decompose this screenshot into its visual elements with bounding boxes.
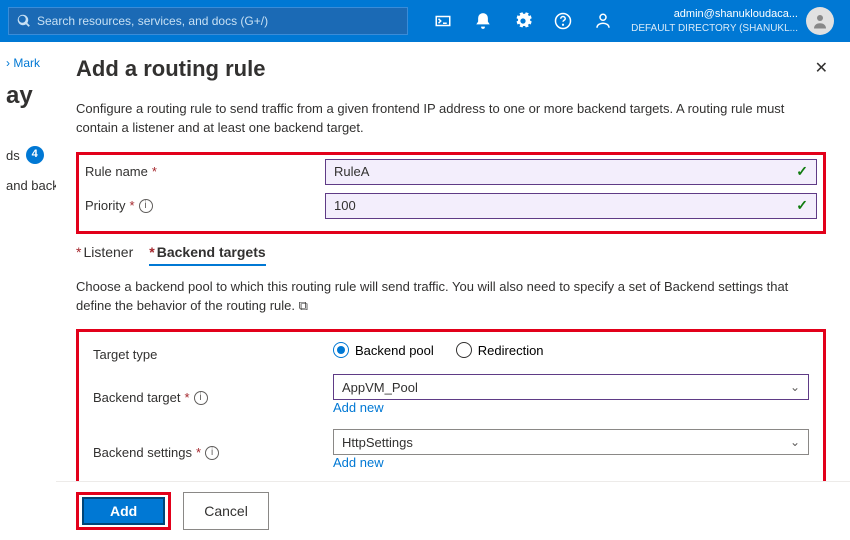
step-badge: 4	[26, 146, 44, 164]
left-column: › Mark ay ds 4 and back	[0, 42, 56, 540]
panel-footer: Add Cancel	[56, 481, 850, 540]
feedback-icon[interactable]	[583, 0, 623, 42]
priority-label: Priority * i	[85, 198, 325, 213]
notifications-icon[interactable]	[463, 0, 503, 42]
account-email: admin@shanukloudaca...	[631, 7, 798, 21]
name-priority-highlight: Rule name * RuleA ✓ Priority * i 100 ✓	[76, 152, 826, 234]
rule-name-input[interactable]: RuleA ✓	[325, 159, 817, 185]
top-bar: Search resources, services, and docs (G+…	[0, 0, 850, 42]
add-new-backend-settings-link[interactable]: Add new	[333, 455, 809, 470]
panel-title: Add a routing rule	[76, 56, 826, 82]
search-input[interactable]: Search resources, services, and docs (G+…	[8, 7, 408, 35]
backend-settings-label: Backend settings * i	[93, 445, 333, 460]
radio-backend-pool[interactable]: Backend pool	[333, 342, 434, 358]
settings-icon[interactable]	[503, 0, 543, 42]
rule-name-label: Rule name *	[85, 164, 325, 179]
account-directory: DEFAULT DIRECTORY (SHANUKL...	[631, 22, 798, 35]
info-icon[interactable]: i	[139, 199, 153, 213]
wizard-step-2[interactable]: and back	[6, 178, 50, 193]
external-link-icon[interactable]: ⧉	[299, 298, 308, 313]
info-icon[interactable]: i	[194, 391, 208, 405]
backend-target-label: Backend target * i	[93, 390, 333, 405]
target-type-radios: Backend pool Redirection	[333, 342, 544, 358]
priority-input[interactable]: 100 ✓	[325, 193, 817, 219]
breadcrumb[interactable]: › Mark	[6, 56, 50, 70]
cloud-shell-icon[interactable]	[423, 0, 463, 42]
wizard-step[interactable]: ds 4	[6, 146, 50, 164]
page-title-fragment: ay	[6, 82, 50, 110]
cancel-button[interactable]: Cancel	[183, 492, 269, 530]
top-icons: admin@shanukloudaca... DEFAULT DIRECTORY…	[423, 0, 842, 42]
chevron-down-icon: ⌄	[790, 380, 800, 394]
backend-target-select[interactable]: AppVM_Pool⌄	[333, 374, 809, 400]
chevron-down-icon: ⌄	[790, 435, 800, 449]
check-icon: ✓	[796, 163, 808, 180]
main: › Mark ay ds 4 and back Add a routing ru…	[0, 42, 850, 540]
backend-highlight: Target type Backend pool Redirection Bac…	[76, 329, 826, 501]
tab-backend-targets[interactable]: *Backend targets	[149, 244, 265, 266]
account-block[interactable]: admin@shanukloudaca... DEFAULT DIRECTORY…	[623, 7, 842, 35]
search-icon	[17, 14, 31, 28]
search-placeholder: Search resources, services, and docs (G+…	[37, 14, 268, 28]
avatar	[806, 7, 834, 35]
info-icon[interactable]: i	[205, 446, 219, 460]
help-icon[interactable]	[543, 0, 583, 42]
panel: Add a routing rule ✕ Configure a routing…	[56, 42, 850, 540]
check-icon: ✓	[796, 197, 808, 214]
backend-description: Choose a backend pool to which this rout…	[76, 278, 826, 316]
target-type-label: Target type	[93, 347, 333, 362]
radio-redirection[interactable]: Redirection	[456, 342, 544, 358]
tab-listener[interactable]: *Listener	[76, 244, 133, 266]
panel-description: Configure a routing rule to send traffic…	[76, 100, 826, 138]
add-new-backend-target-link[interactable]: Add new	[333, 400, 809, 415]
backend-settings-select[interactable]: HttpSettings⌄	[333, 429, 809, 455]
close-icon[interactable]: ✕	[815, 58, 828, 78]
add-button-highlight: Add	[76, 492, 171, 530]
add-button[interactable]: Add	[82, 497, 165, 525]
tabs: *Listener *Backend targets	[76, 244, 826, 266]
